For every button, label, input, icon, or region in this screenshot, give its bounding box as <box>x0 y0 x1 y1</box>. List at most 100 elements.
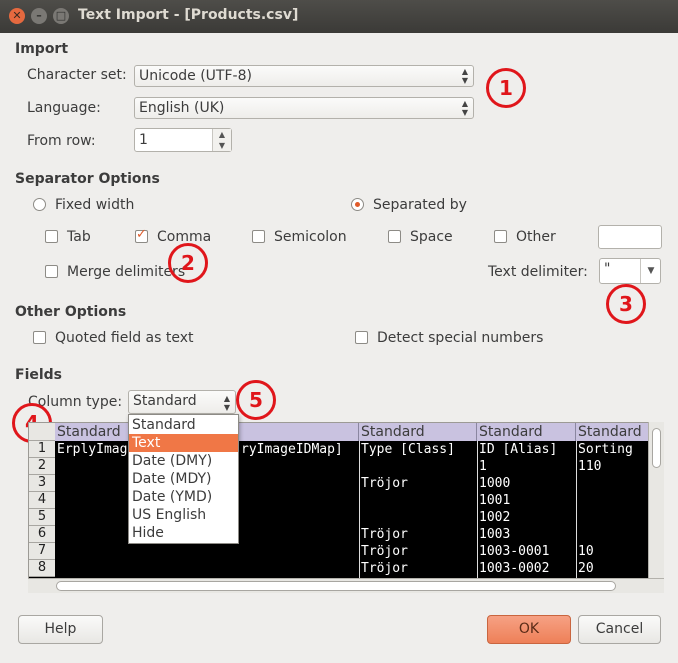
quoted-field-label[interactable]: Quoted field as text <box>55 330 194 346</box>
grid-cell: ryImageIDMap] <box>241 442 343 457</box>
grid-cell: Type [Class] <box>361 442 455 457</box>
column-header[interactable]: Standard <box>477 423 576 441</box>
preview-grid[interactable]: Standard Standard Standard Standard 1 2 … <box>28 422 664 593</box>
column-type-dropdown[interactable]: Standard Text Date (DMY) Date (MDY) Date… <box>128 414 239 544</box>
close-icon[interactable]: ✕ <box>9 8 25 24</box>
fromrow-spinner[interactable]: 1 ▲ ▼ <box>134 128 232 152</box>
corner-cell[interactable] <box>29 423 55 441</box>
grid-cell: Tröjor <box>361 527 408 542</box>
tab-label[interactable]: Tab <box>67 229 91 245</box>
option-date-ymd[interactable]: Date (YMD) <box>129 488 238 506</box>
row-number[interactable]: 5 <box>29 509 55 526</box>
horizontal-scrollbar[interactable] <box>28 578 664 593</box>
row-number[interactable]: 7 <box>29 543 55 560</box>
maximize-icon[interactable]: □ <box>53 8 69 24</box>
separated-by-label[interactable]: Separated by <box>373 197 467 213</box>
comma-checkbox[interactable] <box>135 227 148 243</box>
row-number[interactable]: 2 <box>29 458 55 475</box>
charset-value: Unicode (UTF-8) <box>139 68 252 84</box>
row-number[interactable]: 3 <box>29 475 55 492</box>
grid-cell: 1003-0001 <box>479 544 550 559</box>
space-checkbox[interactable] <box>388 230 401 243</box>
grid-cell: 1 <box>479 459 487 474</box>
other-input[interactable] <box>598 225 662 249</box>
grid-cell: Tröjor <box>361 476 408 491</box>
updown-arrows-icon: ▲ ▼ <box>461 67 468 85</box>
detect-numbers-checkbox[interactable] <box>355 331 368 344</box>
semicolon-checkbox[interactable] <box>252 230 265 243</box>
detect-numbers-label[interactable]: Detect special numbers <box>377 330 543 346</box>
option-us-english[interactable]: US English <box>129 506 238 524</box>
grid-cell: 110 <box>578 459 602 474</box>
merge-delimiters-checkbox[interactable] <box>45 265 58 278</box>
column-header[interactable]: Standard <box>576 423 651 441</box>
help-button[interactable]: Help <box>18 615 103 644</box>
column-type-value: Standard <box>133 393 197 409</box>
option-standard[interactable]: Standard <box>129 416 238 434</box>
option-date-dmy[interactable]: Date (DMY) <box>129 452 238 470</box>
scrollbar-thumb[interactable] <box>652 428 661 468</box>
language-select[interactable]: English (UK) ▲ ▼ <box>134 97 474 119</box>
column-header[interactable]: Standard <box>55 423 129 441</box>
import-heading: Import <box>15 41 69 57</box>
grid-cell: ErplyImag <box>57 442 128 457</box>
semicolon-label[interactable]: Semicolon <box>274 229 347 245</box>
grid-cell: Tröjor <box>361 544 408 559</box>
row-number[interactable]: 6 <box>29 526 55 543</box>
row-number[interactable]: 4 <box>29 492 55 509</box>
column-type-select[interactable]: Standard ▲ ▼ <box>128 390 236 414</box>
text-delimiter-label: Text delimiter: <box>488 264 588 280</box>
updown-arrows-icon: ▲ ▼ <box>223 394 230 412</box>
title-bar: ✕ – □ Text Import - [Products.csv] <box>0 0 678 33</box>
language-value: English (UK) <box>139 100 225 116</box>
fixed-width-radio[interactable] <box>33 198 46 211</box>
tab-checkbox[interactable] <box>45 230 58 243</box>
annotation-3: 3 <box>606 284 646 324</box>
grid-cell: 1002 <box>479 510 511 525</box>
grid-cell: 1003 <box>479 527 511 542</box>
cancel-button[interactable]: Cancel <box>578 615 661 644</box>
text-delimiter-value: " <box>604 261 611 277</box>
row-number[interactable]: 1 <box>29 441 55 458</box>
fromrow-value: 1 <box>139 132 148 148</box>
option-hide[interactable]: Hide <box>129 524 238 542</box>
charset-select[interactable]: Unicode (UTF-8) ▲ ▼ <box>134 65 474 87</box>
annotation-5: 5 <box>236 380 276 420</box>
grid-cell: 1001 <box>479 493 511 508</box>
annotation-2: 2 <box>168 243 208 283</box>
fields-heading: Fields <box>15 367 63 383</box>
separator-heading: Separator Options <box>15 171 160 187</box>
other-checkbox[interactable] <box>494 230 507 243</box>
minimize-icon[interactable]: – <box>31 8 47 24</box>
space-label[interactable]: Space <box>410 229 453 245</box>
option-text[interactable]: Text <box>129 434 238 452</box>
grid-cell: 1003-0002 <box>479 561 550 576</box>
window-title: Text Import - [Products.csv] <box>78 7 299 23</box>
grid-cell: 1000 <box>479 476 511 491</box>
grid-cell: Tröjor <box>361 561 408 576</box>
ok-button[interactable]: OK <box>487 615 571 644</box>
annotation-1: 1 <box>486 68 526 108</box>
chevron-down-icon[interactable]: ▼ <box>640 259 661 283</box>
column-header[interactable]: Standard <box>359 423 477 441</box>
scrollbar-thumb[interactable] <box>56 581 616 591</box>
spin-arrows-icon[interactable]: ▲ ▼ <box>212 129 231 151</box>
fromrow-label: From row: <box>27 133 96 149</box>
column-divider <box>477 441 478 581</box>
grid-cell: 20 <box>578 561 594 576</box>
column-header[interactable] <box>239 423 359 441</box>
text-delimiter-combo[interactable]: " ▼ <box>599 258 661 284</box>
row-number[interactable]: 8 <box>29 560 55 577</box>
grid-cell: 10 <box>578 544 594 559</box>
separated-by-radio[interactable] <box>351 198 364 211</box>
other-options-heading: Other Options <box>15 304 127 320</box>
other-label[interactable]: Other <box>516 229 556 245</box>
updown-arrows-icon: ▲ ▼ <box>461 99 468 117</box>
language-label: Language: <box>27 100 101 116</box>
option-date-mdy[interactable]: Date (MDY) <box>129 470 238 488</box>
grid-cell: ID [Alias] <box>479 442 558 457</box>
quoted-field-checkbox[interactable] <box>33 331 46 344</box>
fixed-width-label[interactable]: Fixed width <box>55 197 134 213</box>
column-divider <box>576 441 577 581</box>
vertical-scrollbar[interactable] <box>648 422 664 578</box>
